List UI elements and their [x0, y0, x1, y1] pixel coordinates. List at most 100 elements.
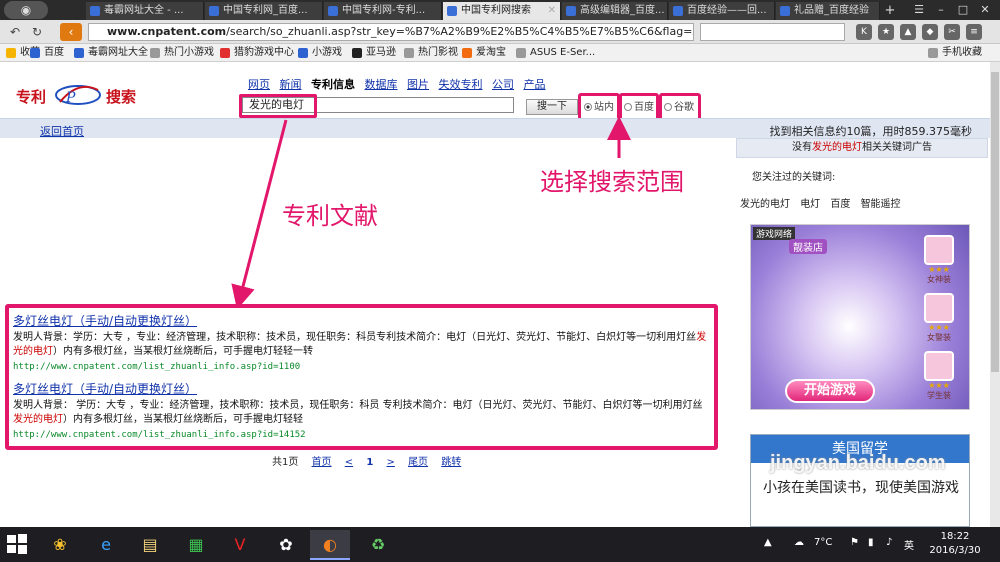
- browser-tab-active[interactable]: 中国专利网搜索 ✕: [443, 2, 561, 20]
- extension-icon[interactable]: ▲: [900, 24, 916, 40]
- results-highlight-box: 多灯丝电灯（手动/自动更换灯丝） 发明人背景：学历：大专 ，专业：经济管理，技术…: [5, 304, 718, 450]
- qq-icon[interactable]: ✿: [266, 530, 306, 560]
- first-page-link[interactable]: 首页: [312, 457, 332, 468]
- scope-highlight-box: [578, 93, 620, 121]
- game-item[interactable]: ★★★ 女警装: [921, 293, 957, 343]
- bookmark-item[interactable]: 爱淘宝: [462, 46, 506, 60]
- favorite-star-icon[interactable]: ★: [878, 24, 894, 40]
- logo-text-left: 专利: [16, 88, 47, 106]
- browser-tab[interactable]: 中国专利网-专利...: [324, 2, 442, 20]
- new-tab-icon[interactable]: +: [882, 3, 898, 18]
- desc-keyword: 电灯: [33, 346, 53, 357]
- study-abroad-ad[interactable]: 美国留学 小孩在美国读书，现使美国游戏: [750, 434, 970, 527]
- tab-label: 中国专利网-专利...: [342, 5, 426, 16]
- refresh-icon[interactable]: ↻: [28, 23, 46, 41]
- annotation-patent-label: 专利文献: [282, 202, 378, 230]
- start-game-button[interactable]: 开始游戏: [785, 379, 875, 403]
- desc-keyword: 发光: [13, 414, 33, 425]
- game-icon[interactable]: ◆: [922, 24, 938, 40]
- browser-tab[interactable]: 礼品赠_百度经验: [776, 2, 880, 20]
- result-url[interactable]: http://www.cnpatent.com/list_zhuanli_inf…: [13, 362, 708, 372]
- jump-page-link[interactable]: 跳转: [441, 457, 461, 468]
- logo-text-right: 搜索: [106, 88, 137, 106]
- game-item[interactable]: ★★★ 女神装: [921, 235, 957, 285]
- maximize-icon[interactable]: □: [954, 2, 972, 18]
- prev-page-link[interactable]: <: [345, 457, 353, 468]
- back-home-link[interactable]: 返回首页: [40, 123, 84, 139]
- menu-icon[interactable]: ≡: [966, 24, 982, 40]
- last-page-link[interactable]: 尾页: [408, 457, 428, 468]
- scroll-thumb[interactable]: [991, 72, 999, 372]
- result-title-link[interactable]: 多灯丝电灯（手动/自动更换灯丝）: [13, 314, 197, 328]
- minimize-icon[interactable]: –: [932, 2, 950, 18]
- flag-icon[interactable]: ⚑: [850, 537, 859, 548]
- cheetah-icon: [220, 48, 230, 58]
- result-item: 多灯丝电灯（手动/自动更换灯丝） 发明人背景： 学历：大专 ，专业：经济管理，技…: [13, 380, 708, 440]
- game-item[interactable]: ★★★ 学生装: [921, 351, 957, 401]
- browser-tab[interactable]: 中国专利网_百度...: [205, 2, 323, 20]
- nav-link-company[interactable]: 公司: [492, 78, 514, 91]
- game-ad-banner[interactable]: 游戏网络 靓装店 ★★★ 女神装 ★★★ 女警装 ★★★ 学生装 开始游戏: [750, 224, 970, 410]
- site-logo[interactable]: 专利 P 搜索: [14, 78, 146, 108]
- browser-tab[interactable]: 百度经验——回...: [669, 2, 775, 20]
- bookmark-item[interactable]: 亚马逊: [352, 46, 396, 60]
- tray-expand-icon[interactable]: ▲: [764, 537, 772, 548]
- ime-indicator[interactable]: 英: [904, 537, 914, 552]
- result-title-link[interactable]: 多灯丝电灯（手动/自动更换灯丝）: [13, 382, 197, 396]
- nav-link-products[interactable]: 产品: [524, 78, 546, 91]
- windows-start-icon[interactable]: [6, 533, 28, 555]
- bookmark-item[interactable]: 猎豹游戏中心: [220, 46, 294, 60]
- bookmark-item[interactable]: 百度: [30, 46, 64, 60]
- bookmark-item[interactable]: 小游戏: [298, 46, 342, 60]
- volume-icon[interactable]: ♪: [886, 537, 892, 548]
- keyword-list: 发光的电灯 电灯 百度 智能遥控: [740, 195, 908, 210]
- tab-list-icon[interactable]: ☰: [910, 2, 928, 18]
- nav-link-database[interactable]: 数据库: [365, 78, 398, 91]
- bookmark-item[interactable]: 热门小游戏: [150, 46, 214, 60]
- browser-tab[interactable]: 高级编辑器_百度...: [562, 2, 668, 20]
- nav-link-patent-info[interactable]: 专利信息: [311, 78, 355, 91]
- nav-link-expired-patents[interactable]: 失效专利: [439, 78, 483, 91]
- bookmark-item[interactable]: ASUS E-Ser...: [516, 46, 595, 60]
- browser-search-input[interactable]: [700, 23, 845, 41]
- system-clock[interactable]: 18:22 2016/3/30: [915, 530, 995, 558]
- tools-icon[interactable]: ✂: [944, 24, 960, 40]
- tab-favicon-icon: [328, 6, 338, 16]
- current-page[interactable]: 1: [366, 457, 373, 468]
- browser-tab[interactable]: 毒霸网址大全 - ...: [86, 2, 204, 20]
- tab-close-icon[interactable]: ✕: [548, 2, 556, 20]
- nav-link-images[interactable]: 图片: [407, 78, 429, 91]
- close-window-icon[interactable]: ✕: [976, 2, 994, 18]
- nav-link-web[interactable]: 网页: [248, 78, 270, 91]
- logo-swirl-icon: P: [55, 85, 101, 106]
- network-icon[interactable]: ▮: [868, 537, 874, 548]
- ie-browser-icon[interactable]: e: [86, 530, 126, 560]
- store-icon[interactable]: ▦: [176, 530, 216, 560]
- keyword-item[interactable]: 智能遥控: [861, 199, 901, 210]
- url-input[interactable]: www.cnpatent.com/search/so_zhuanli.asp?s…: [88, 23, 694, 41]
- bookmark-item[interactable]: 热门影视: [404, 46, 458, 60]
- weather-cloud-icon[interactable]: ☁: [794, 537, 804, 548]
- page-scrollbar[interactable]: [990, 62, 1000, 527]
- browser-logo-icon[interactable]: ◉: [4, 1, 48, 19]
- next-page-link[interactable]: >: [386, 457, 394, 468]
- game-center-app-icon[interactable]: ❀: [40, 530, 80, 560]
- account-icon[interactable]: K: [856, 24, 872, 40]
- bookmark-item[interactable]: 手机收藏: [928, 46, 982, 60]
- recycle-bin-icon[interactable]: ♻: [358, 530, 398, 560]
- undo-tab-icon[interactable]: ↶: [6, 23, 24, 41]
- bookmark-item[interactable]: 毒霸网址大全: [74, 46, 148, 60]
- back-icon[interactable]: ‹: [60, 23, 82, 41]
- search-button[interactable]: 搜一下: [526, 99, 578, 115]
- liebao-browser-icon[interactable]: ◐: [310, 530, 350, 560]
- file-explorer-icon[interactable]: ▤: [130, 530, 170, 560]
- rating-stars-icon: ★★★: [928, 381, 950, 390]
- nav-link-news[interactable]: 新闻: [280, 78, 302, 91]
- rating-stars-icon: ★★★: [928, 323, 950, 332]
- desc-text: 发明人背景：学历：大专 ，专业：经济管理，技术职称：技术员，现任职务：科员专利技…: [13, 332, 697, 343]
- vivaldi-icon[interactable]: V: [220, 530, 260, 560]
- keyword-item[interactable]: 发光的电灯: [740, 199, 790, 210]
- result-url[interactable]: http://www.cnpatent.com/list_zhuanli_inf…: [13, 430, 708, 440]
- keyword-item[interactable]: 百度: [830, 199, 850, 210]
- keyword-item[interactable]: 电灯: [800, 199, 820, 210]
